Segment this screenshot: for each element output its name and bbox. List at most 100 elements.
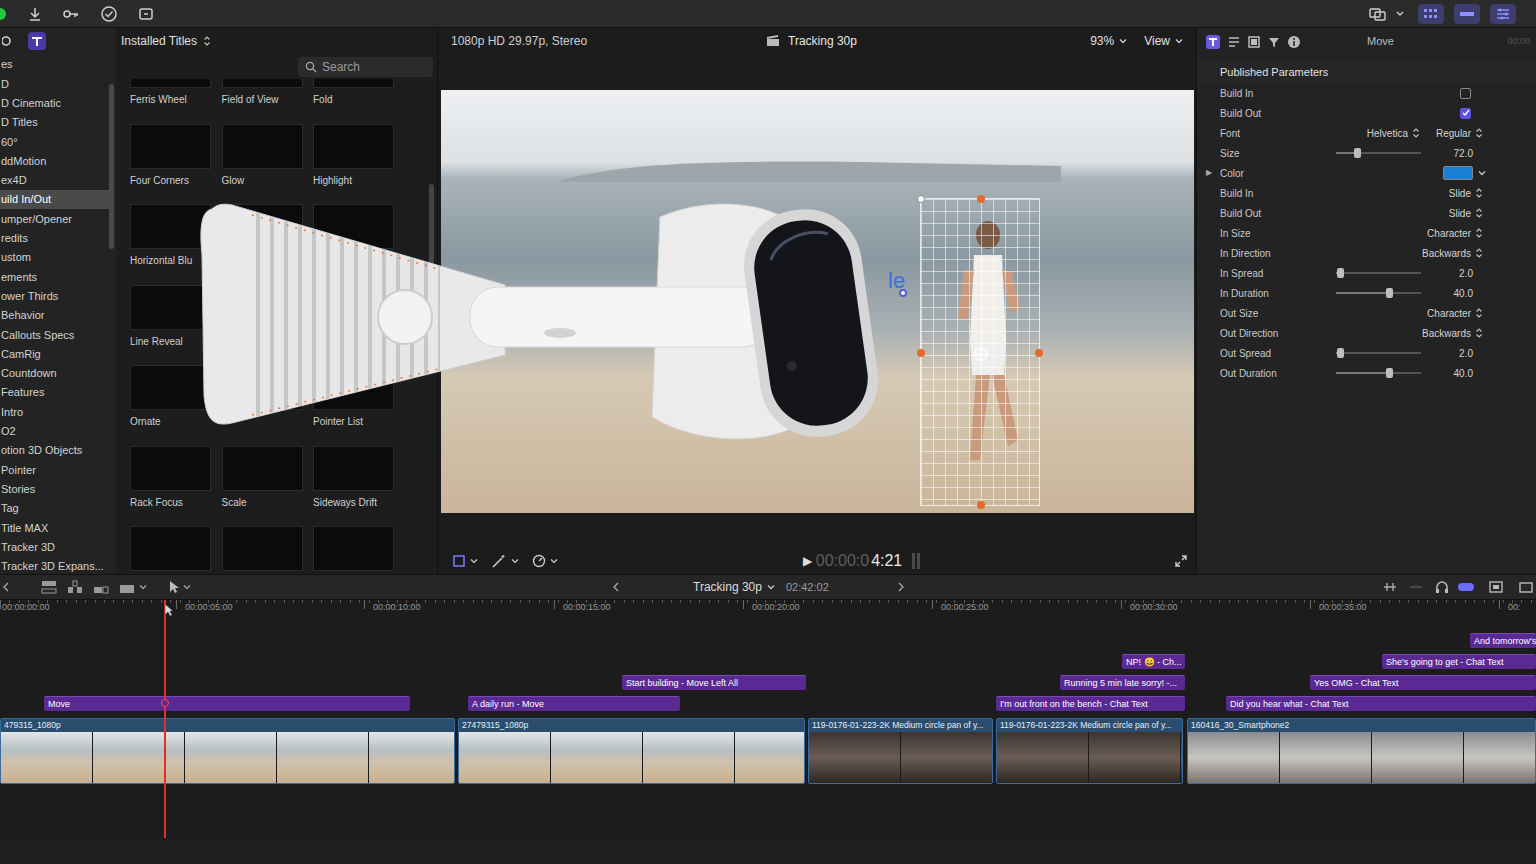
connect-clip-icon[interactable] [40, 579, 58, 595]
search-input[interactable] [322, 58, 433, 76]
transform-menu-icon[interactable] [469, 556, 479, 566]
thumbnail-preview[interactable] [313, 204, 394, 249]
title-clip[interactable]: Did you hear what - Chat Text [1226, 696, 1536, 711]
slider-value[interactable]: 40.0 [1421, 286, 1473, 301]
title-clip[interactable]: And tomorrow's [1470, 633, 1536, 648]
tracker-handle[interactable] [977, 195, 985, 203]
solo-icon[interactable] [1458, 583, 1474, 591]
slider-value[interactable]: 72.0 [1421, 146, 1473, 161]
video-clip[interactable]: 119-0176-01-223-2K Medium circle pan of … [996, 718, 1183, 784]
title-clip[interactable]: She's going to get - Chat Text [1382, 654, 1536, 669]
thumbnail-preview[interactable] [130, 124, 211, 169]
updown-chevron-icon[interactable] [1475, 187, 1483, 199]
info-icon[interactable] [1287, 35, 1301, 49]
popup-menu[interactable]: Character [1427, 306, 1471, 321]
title-position-handle[interactable] [899, 289, 907, 297]
font-family-popup[interactable]: Helvetica [1367, 126, 1408, 141]
sidebar-item[interactable]: Stories [0, 480, 110, 499]
titles-browser-icon[interactable] [28, 32, 46, 50]
title-clip[interactable]: Move [44, 696, 410, 711]
sidebar-item[interactable]: ddMotion [0, 151, 110, 170]
sidebar-item[interactable]: ower Thirds [0, 287, 110, 306]
thumbnail-preview[interactable] [222, 526, 303, 571]
slider-track[interactable] [1336, 372, 1421, 374]
thumbnail-preview[interactable] [222, 79, 303, 88]
overwrite-icon[interactable] [118, 579, 136, 595]
forward-arrow-icon[interactable] [897, 581, 905, 593]
title-thumbnail[interactable]: Highlight [313, 124, 394, 205]
title-thumbnail[interactable] [222, 204, 303, 285]
timeline[interactable]: 00:00:00:0000:00:05:0000:00:10:0000:00:1… [0, 600, 1536, 838]
sidebar-item[interactable]: ustom [0, 248, 110, 267]
enhance-wand-icon[interactable] [491, 554, 507, 568]
thumbnail-preview[interactable] [313, 365, 394, 410]
sidebar-item[interactable]: 60° [0, 132, 110, 151]
view-chevron-icon[interactable] [1174, 36, 1184, 46]
slider-value[interactable]: 40.0 [1421, 366, 1473, 381]
tracker-grid[interactable] [920, 198, 1040, 506]
import-icon[interactable] [26, 5, 44, 23]
gear-icon[interactable] [2, 33, 14, 49]
sidebar-item[interactable]: D [0, 74, 110, 93]
slider-thumb[interactable] [1337, 348, 1344, 358]
checkbox[interactable] [1460, 108, 1471, 119]
analyze-icon[interactable] [100, 5, 118, 23]
popup-menu[interactable]: Character [1427, 226, 1471, 241]
title-thumbnail[interactable] [222, 285, 303, 366]
playhead[interactable] [164, 600, 166, 838]
popup-menu[interactable]: Slide [1449, 206, 1471, 221]
slider-track[interactable] [1336, 152, 1421, 154]
transform-icon[interactable] [452, 554, 466, 568]
browser-scrollbar[interactable] [429, 184, 434, 274]
title-clip[interactable]: I'm out front on the bench - Chat Text [996, 696, 1185, 711]
keyword-icon[interactable] [62, 5, 80, 23]
updown-chevron-icon[interactable] [1475, 227, 1483, 239]
updown-chevron-icon[interactable] [1475, 307, 1483, 319]
slider-thumb[interactable] [1386, 368, 1393, 378]
sidebar-item[interactable]: Behavior [0, 306, 110, 325]
title-thumbnail[interactable]: Sideways Drift [313, 446, 394, 527]
sidebar-item[interactable]: D Titles [0, 113, 110, 132]
inspector-toggle-icon[interactable] [1490, 4, 1516, 24]
title-thumbnail[interactable] [130, 526, 211, 574]
slider-thumb[interactable] [1354, 148, 1361, 158]
color-menu-icon[interactable] [1477, 168, 1487, 178]
timeline-toggle-icon[interactable] [1454, 4, 1480, 24]
updown-chevron-icon[interactable] [1475, 327, 1483, 339]
slider-value[interactable]: 2.0 [1421, 346, 1473, 361]
video-clip[interactable]: 160416_30_Smartphone2 [1187, 718, 1536, 784]
sidebar-item[interactable]: Tracker 3D [0, 537, 110, 556]
sidebar-item[interactable]: CamRig [0, 344, 110, 363]
effects-browser-icon[interactable] [1518, 580, 1534, 594]
project-menu-icon[interactable] [766, 582, 776, 592]
text-inspector-icon[interactable] [1227, 35, 1241, 49]
window-zoom-icon[interactable] [0, 8, 6, 20]
popup-menu[interactable]: Slide [1449, 186, 1471, 201]
select-tool-icon[interactable] [168, 580, 180, 594]
slider-track[interactable] [1336, 352, 1421, 354]
zoom-icon[interactable] [1382, 580, 1398, 594]
sidebar-item[interactable]: es [0, 55, 110, 74]
browser-title[interactable]: Installed Titles [121, 32, 197, 50]
view-menu[interactable]: View [1144, 32, 1170, 50]
skimming-icon[interactable] [1408, 580, 1424, 594]
crosshair-icon[interactable] [971, 344, 991, 364]
collapse-icon[interactable] [2, 581, 10, 593]
sidebar-item[interactable]: Callouts Specs [0, 325, 110, 344]
title-thumbnail[interactable]: Horizontal Blu [130, 204, 211, 285]
title-thumbnail[interactable]: Ferris Wheel [130, 79, 211, 124]
popup-menu[interactable]: Backwards [1422, 246, 1471, 261]
sidebar-item[interactable]: redits [0, 229, 110, 248]
speed-menu-icon[interactable] [549, 556, 559, 566]
slider-track[interactable] [1336, 292, 1421, 294]
title-thumbnail[interactable]: Scale [222, 446, 303, 527]
sidebar-scrollbar[interactable] [109, 84, 114, 249]
sidebar-item[interactable]: Tracker 3D Expans... [0, 557, 110, 574]
title-clip[interactable]: NP! 😀 - Ch... [1122, 654, 1185, 669]
thumbnail-preview[interactable] [313, 285, 394, 330]
thumbnail-preview[interactable] [222, 285, 303, 330]
thumbnail-preview[interactable] [130, 365, 211, 410]
title-thumbnail[interactable] [222, 365, 303, 446]
updown-chevron-icon[interactable] [1475, 127, 1483, 139]
fullscreen-icon[interactable] [1174, 554, 1188, 568]
